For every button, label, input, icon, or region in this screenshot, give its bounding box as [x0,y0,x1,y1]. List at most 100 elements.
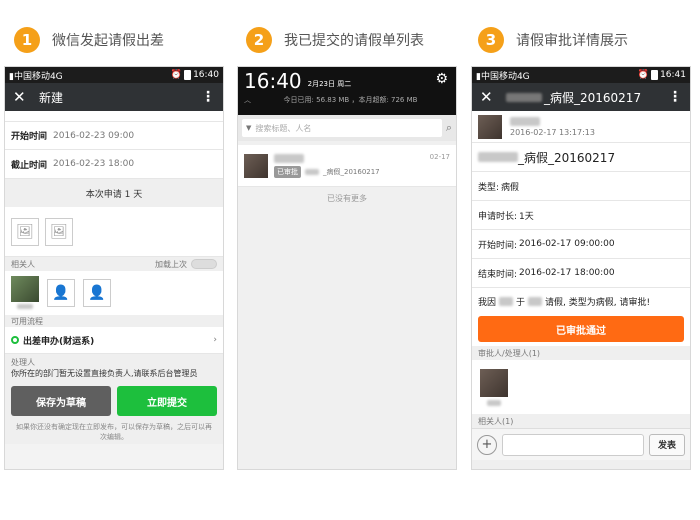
app-header: ✕ 新建 ⋮ [5,83,223,111]
flow-label: 可用流程 [11,316,43,326]
carrier-text: ▮中国移动4G [9,71,63,82]
flow-option[interactable]: 出差申办(财运系) › [5,327,223,354]
search-icon[interactable]: ⌕ [446,121,452,135]
end-time-value: 2016-02-17 18:00:00 [519,268,615,278]
date-text: 2月23日 周二 [307,80,352,88]
step-number: 2 [246,27,272,53]
step-1: 1 微信发起请假出差 [14,27,164,53]
notification-shade: 16:40 2月23日 周二 ⚙ ︿ 今日已用: 56.83 MB ，本月超额:… [238,67,456,115]
list-item[interactable]: 已审批 _病假_20160217 02-17 [238,145,456,187]
approved-button[interactable]: 已审批通过 [478,316,684,342]
avatar [11,276,39,302]
duration-value: 1天 [519,211,534,222]
end-time-label: 截止时间 [11,160,48,171]
redacted-name [499,297,514,306]
search-bar: ▼ 搜索标题、人名 ⌕ [238,115,456,141]
battery-icon [651,70,659,80]
phone-request-list: 16:40 2月23日 周二 ⚙ ︿ 今日已用: 56.83 MB ，本月超额:… [237,66,457,470]
chevron-right-icon: › [213,335,217,345]
reason-row: 我因 于 请假, 类型为病假, 请审批! [472,288,690,315]
redacted-name [274,153,304,163]
related-header: 相关人 加载上次 [5,257,223,271]
load-last-toggle[interactable] [191,259,217,269]
start-time-value: 2016-02-17 09:00:00 [519,239,615,249]
related-header: 相关人(1) [472,414,690,428]
reason-text-b: 于 [516,298,526,308]
related-label: 相关人(1) [478,416,514,426]
radio-selected-icon[interactable] [11,336,19,344]
redacted-name [487,399,501,406]
request-title-row: _病假_20160217 [472,143,690,172]
step-label: 我已提交的请假单列表 [284,33,424,49]
start-time-row[interactable]: 开始时间 2016-02-23 09:00 [5,121,223,150]
add-image-icon[interactable]: 🖼 [45,217,73,246]
clock-text: 16:41 [660,70,686,80]
redacted-name [506,92,542,102]
phone-new-request: ▮中国移动4G ⏰ 16:40 ✕ 新建 ⋮ 开始时间 2016-02-23 09… [4,66,224,470]
duration-row: 申请时长: 1天 [472,201,690,230]
image-attachments: 🖼 🖼 [5,207,223,257]
phone-approval-detail: ▮中国移动4G ⏰ 16:41 ✕ _病假_20160217 ⋮ 2016-02-… [471,66,691,470]
action-buttons: 保存为草稿 立即提交 [5,382,223,420]
page-title: 新建 [39,90,64,105]
type-row: 类型: 病假 [472,172,690,201]
dropdown-icon[interactable]: ▼ [246,124,251,132]
flow-name: 出差申办(财运系) [23,336,95,347]
plus-icon[interactable]: + [477,434,497,455]
carrier-text: ▮中国移动4G [476,71,530,82]
add-image-icon[interactable]: 🖼 [11,217,39,246]
comment-bar: + 发表 [472,428,690,460]
close-icon[interactable]: ✕ [13,88,35,106]
approver-label: 审批人/处理人(1) [478,348,541,358]
end-time-label: 结束时间: [478,269,518,280]
start-time-row: 开始时间: 2016-02-17 09:00:00 [472,230,690,259]
end-time-row: 结束时间: 2016-02-17 18:00:00 [472,259,690,288]
battery-icon [184,70,192,80]
end-time-value: 2016-02-23 18:00 [53,159,135,169]
clock-text: 16:40 [193,70,219,80]
more-menu-icon[interactable]: ⋮ [201,89,215,105]
comment-input[interactable] [502,433,644,456]
approver-list [472,360,690,414]
step-3: 3 请假审批详情展示 [478,27,628,53]
save-draft-button[interactable]: 保存为草稿 [11,386,111,416]
load-last-label: 加载上次 [155,259,187,269]
step-number: 3 [478,27,504,53]
item-title: _病假_20160217 [323,167,380,176]
alarm-icon: ⏰ [637,70,650,80]
reason-text-c: 请假, 类型为病假, 请审批! [545,298,651,308]
alarm-icon: ⏰ [170,70,183,80]
handler-section: 处理人 你所在的部门暂无设置直接负责人,请联系后台管理员 [5,354,223,382]
redacted-name [510,116,540,126]
redacted-name [528,297,543,306]
send-button[interactable]: 发表 [649,433,685,456]
clock-text: 16:40 [244,69,302,93]
no-more-text: 已没有更多 [327,194,367,203]
remove-person-icon[interactable]: 👤 [83,279,111,307]
type-label: 类型: [478,182,500,193]
redacted-name [478,152,518,162]
data-usage-text: 今日已用: 56.83 MB ，本月超额: 726 MB [283,96,418,104]
settings-gear-icon[interactable]: ⚙ [435,71,448,87]
step-label: 微信发起请假出差 [52,33,164,49]
approver-person[interactable] [480,368,508,406]
start-time-value: 2016-02-23 09:00 [53,130,135,141]
footer-note: 如果你还没有确定现在立即发布，可以保存为草稿，之后可以再次编辑。 [5,420,223,444]
add-person-icon[interactable]: 👤 [47,279,75,307]
submit-button[interactable]: 立即提交 [117,386,217,416]
redacted-name [17,304,33,309]
flow-header: 可用流程 [5,315,223,327]
end-time-row[interactable]: 截止时间 2016-02-23 18:00 [5,150,223,179]
close-icon[interactable]: ✕ [480,88,502,106]
search-placeholder: 搜索标题、人名 [255,123,312,133]
related-label: 相关人 [11,259,35,269]
step-number: 1 [14,27,40,53]
status-bar: ▮中国移动4G ⏰ 16:41 [472,67,690,83]
related-person[interactable] [11,276,39,310]
approved-wrap: 已审批通过 [472,315,690,346]
search-input[interactable]: ▼ 搜索标题、人名 [242,119,442,137]
handler-message: 你所在的部门暂无设置直接负责人,请联系后台管理员 [11,369,198,378]
collapse-icon[interactable]: ︿ [244,95,251,105]
more-menu-icon[interactable]: ⋮ [668,89,682,105]
status-bar: ▮中国移动4G ⏰ 16:40 [5,67,223,83]
